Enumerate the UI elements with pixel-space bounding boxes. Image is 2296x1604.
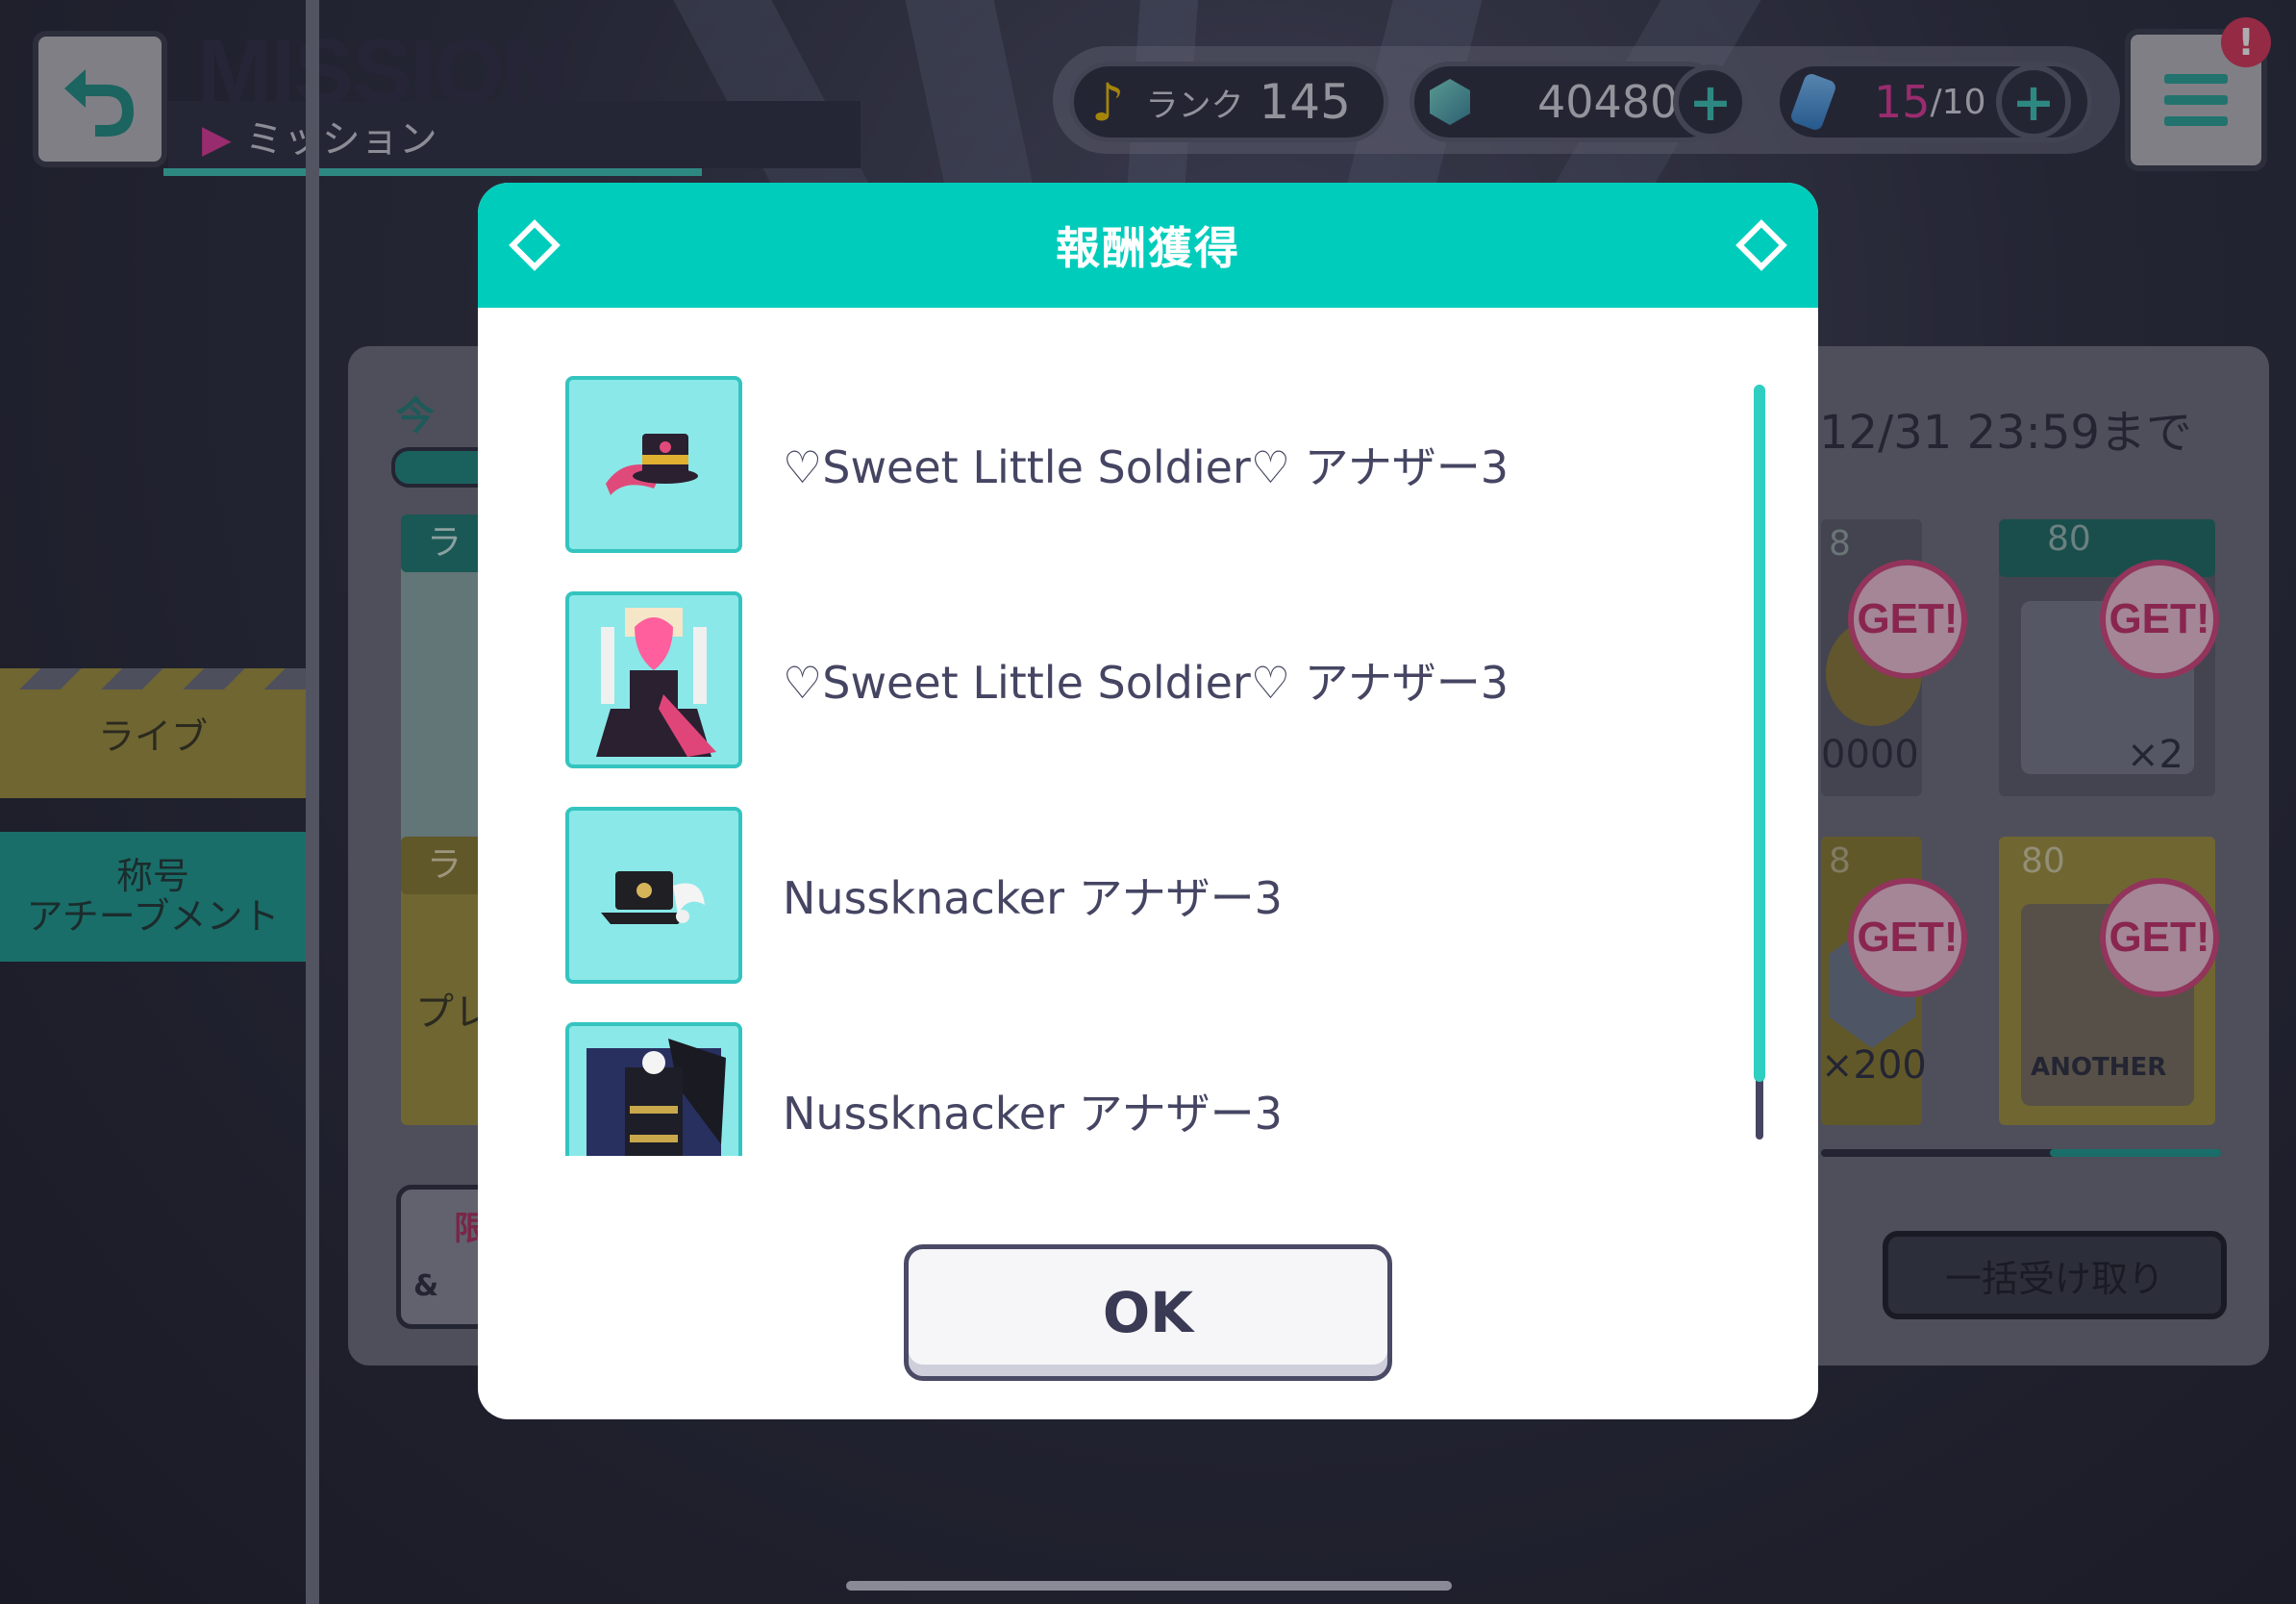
modal-title: 報酬獲得: [1056, 222, 1240, 274]
reward-list[interactable]: ♡Sweet Little Soldier♡ アナザー3 ♡Sweet Litt…: [478, 308, 1818, 1156]
costume-icon: [565, 591, 742, 768]
diamond-icon: [509, 219, 561, 271]
list-item: ♡Sweet Little Soldier♡ アナザー3: [565, 590, 1509, 769]
reward-name: Nussknacker アナザー3: [783, 1088, 1283, 1140]
reward-modal: 報酬獲得 ♡Sweet Little Soldier♡ アナザー3 ♡Sweet…: [478, 183, 1818, 1419]
list-item: Nussknacker アナザー3: [565, 806, 1283, 985]
home-indicator[interactable]: [846, 1581, 1452, 1591]
ok-button[interactable]: OK: [904, 1244, 1392, 1381]
hat-icon: [565, 807, 742, 984]
scrollbar-thumb[interactable]: [1754, 385, 1765, 1082]
diamond-icon: [1735, 219, 1787, 271]
reward-name: ♡Sweet Little Soldier♡ アナザー3: [783, 657, 1510, 709]
reward-name: Nussknacker アナザー3: [783, 872, 1283, 924]
list-item: ♡Sweet Little Soldier♡ アナザー3: [565, 375, 1509, 554]
costume-icon: [565, 1022, 742, 1156]
ok-label: OK: [1102, 1280, 1194, 1345]
hat-icon: [565, 376, 742, 553]
modal-header: 報酬獲得: [478, 183, 1818, 308]
list-item: Nussknacker アナザー3: [565, 1021, 1283, 1156]
reward-name: ♡Sweet Little Soldier♡ アナザー3: [783, 441, 1510, 493]
